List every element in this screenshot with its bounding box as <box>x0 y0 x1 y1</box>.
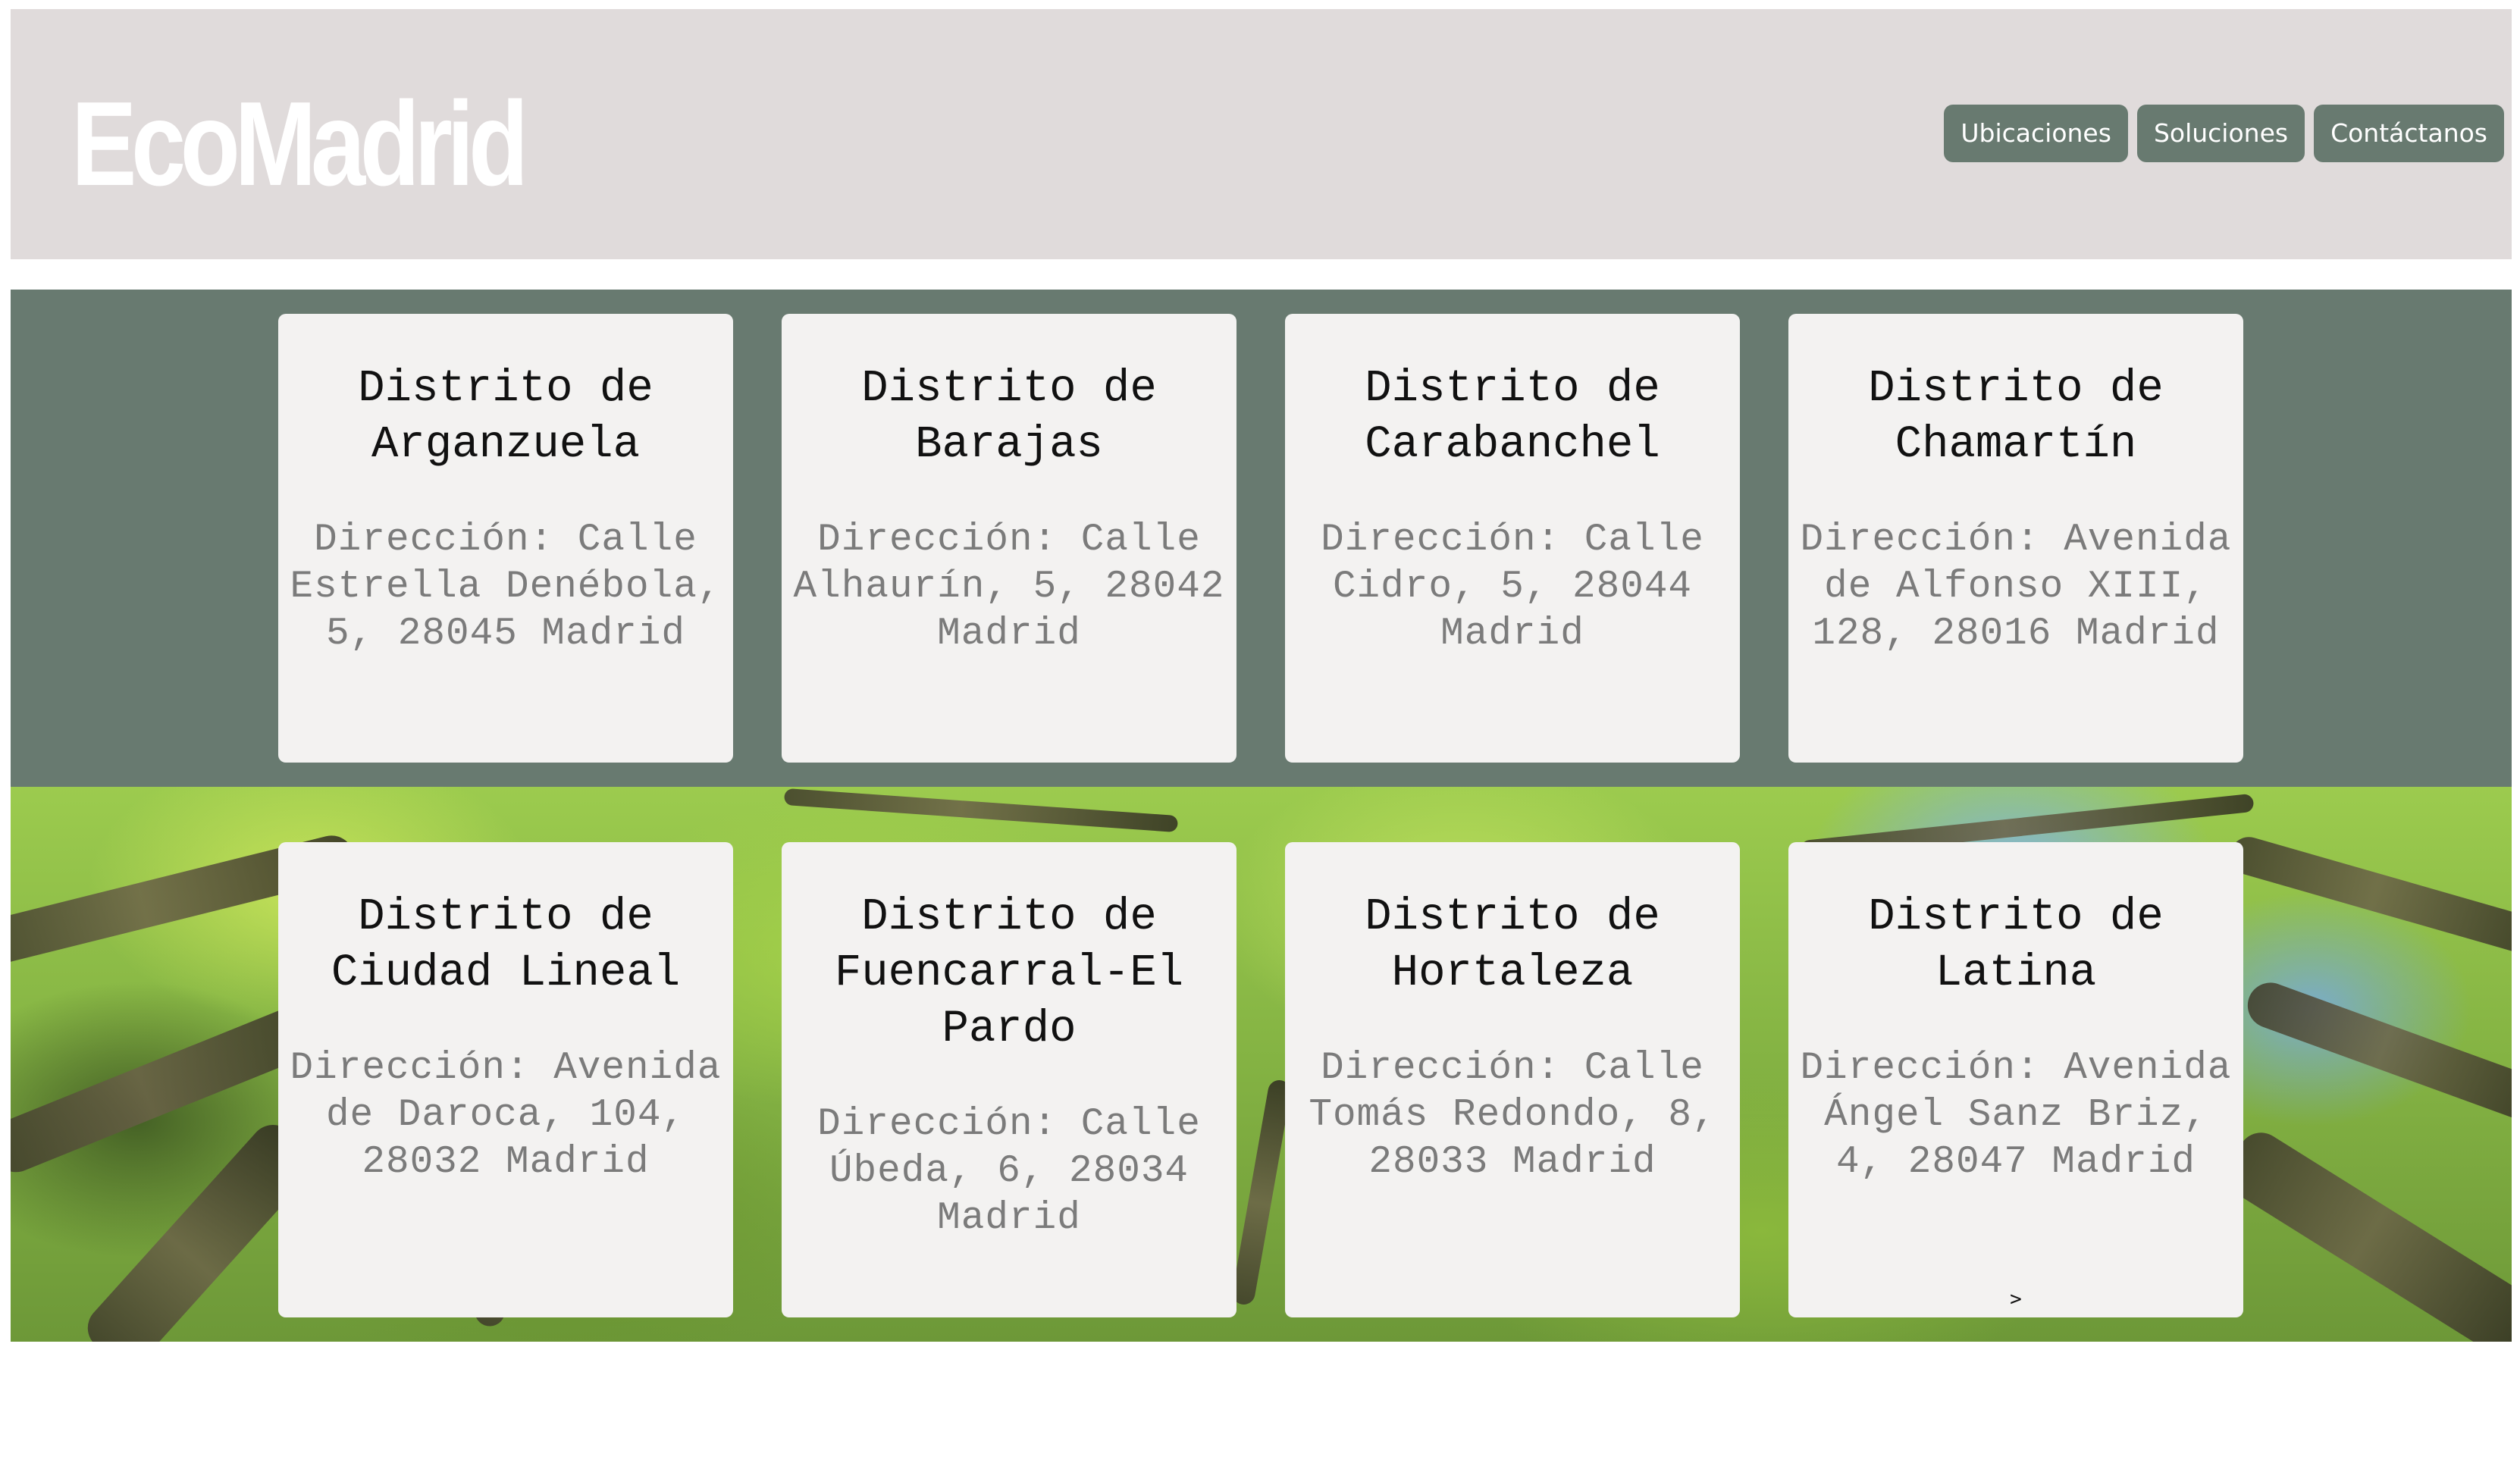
district-address: Dirección: Avenida de Daroca, 104, 28032… <box>290 1047 722 1184</box>
district-title: Distrito de Arganzuela <box>358 363 654 470</box>
district-card-arganzuela[interactable]: Distrito de Arganzuela Dirección: Calle … <box>278 314 733 763</box>
district-address: Dirección: Calle Tomás Redondo, 8, 28033… <box>1309 1047 1716 1184</box>
district-card-hortaleza[interactable]: Distrito de Hortaleza Dirección: Calle T… <box>1285 842 1740 1317</box>
district-card-fuencarral-el-pardo[interactable]: Distrito de Fuencarral-El Pardo Direcció… <box>782 842 1236 1317</box>
district-card-carabanchel[interactable]: Distrito de Carabanchel Dirección: Calle… <box>1285 314 1740 763</box>
district-address: Dirección: Avenida Ángel Sanz Briz, 4, 2… <box>1800 1047 2232 1184</box>
district-address: Dirección: Avenida de Alfonso XIII, 128,… <box>1800 518 2232 656</box>
nav-ubicaciones-button[interactable]: Ubicaciones <box>1944 105 2128 162</box>
district-title: Distrito de Hortaleza <box>1365 891 1660 998</box>
district-card-barajas[interactable]: Distrito de Barajas Dirección: Calle Alh… <box>782 314 1236 763</box>
tree-branch <box>783 788 1179 833</box>
district-address: Dirección: Calle Úbeda, 6, 28034 Madrid <box>817 1103 1201 1240</box>
district-title: Distrito de Barajas <box>861 363 1157 470</box>
district-card-latina[interactable]: Distrito de Latina Dirección: Avenida Án… <box>1788 842 2243 1317</box>
tree-trunk <box>2241 976 2512 1129</box>
nav-contactanos-button[interactable]: Contáctanos <box>2314 105 2504 162</box>
card-arrow-indicator[interactable]: > <box>1788 1284 2243 1314</box>
site-header: EcoMadrid Ubicaciones Soluciones Contáct… <box>11 9 2512 259</box>
district-title: Distrito de Fuencarral-El Pardo <box>834 891 1184 1054</box>
district-card-chamartin[interactable]: Distrito de Chamartín Dirección: Avenida… <box>1788 314 2243 763</box>
tree-trunk <box>2225 832 2512 961</box>
nav-soluciones-button[interactable]: Soluciones <box>2136 105 2305 162</box>
district-address: Dirección: Calle Alhaurín, 5, 28042 Madr… <box>793 518 1225 656</box>
district-title: Distrito de Carabanchel <box>1365 363 1660 470</box>
main-nav: Ubicaciones Soluciones Contáctanos <box>1944 105 2504 162</box>
tree-trunk <box>2218 1123 2512 1342</box>
district-title: Distrito de Latina <box>1868 891 2164 998</box>
site-logo[interactable]: EcoMadrid <box>71 76 528 212</box>
district-card-ciudad-lineal[interactable]: Distrito de Ciudad Lineal Dirección: Ave… <box>278 842 733 1317</box>
tree-trunk <box>1230 1078 1293 1307</box>
district-title: Distrito de Chamartín <box>1868 363 2164 470</box>
district-address: Dirección: Calle Cidro, 5, 28044 Madrid <box>1321 518 1704 656</box>
district-address: Dirección: Calle Estrella Denébola, 5, 2… <box>290 518 722 656</box>
district-title: Distrito de Ciudad Lineal <box>331 891 681 998</box>
page: EcoMadrid Ubicaciones Soluciones Contáct… <box>0 0 2520 1466</box>
